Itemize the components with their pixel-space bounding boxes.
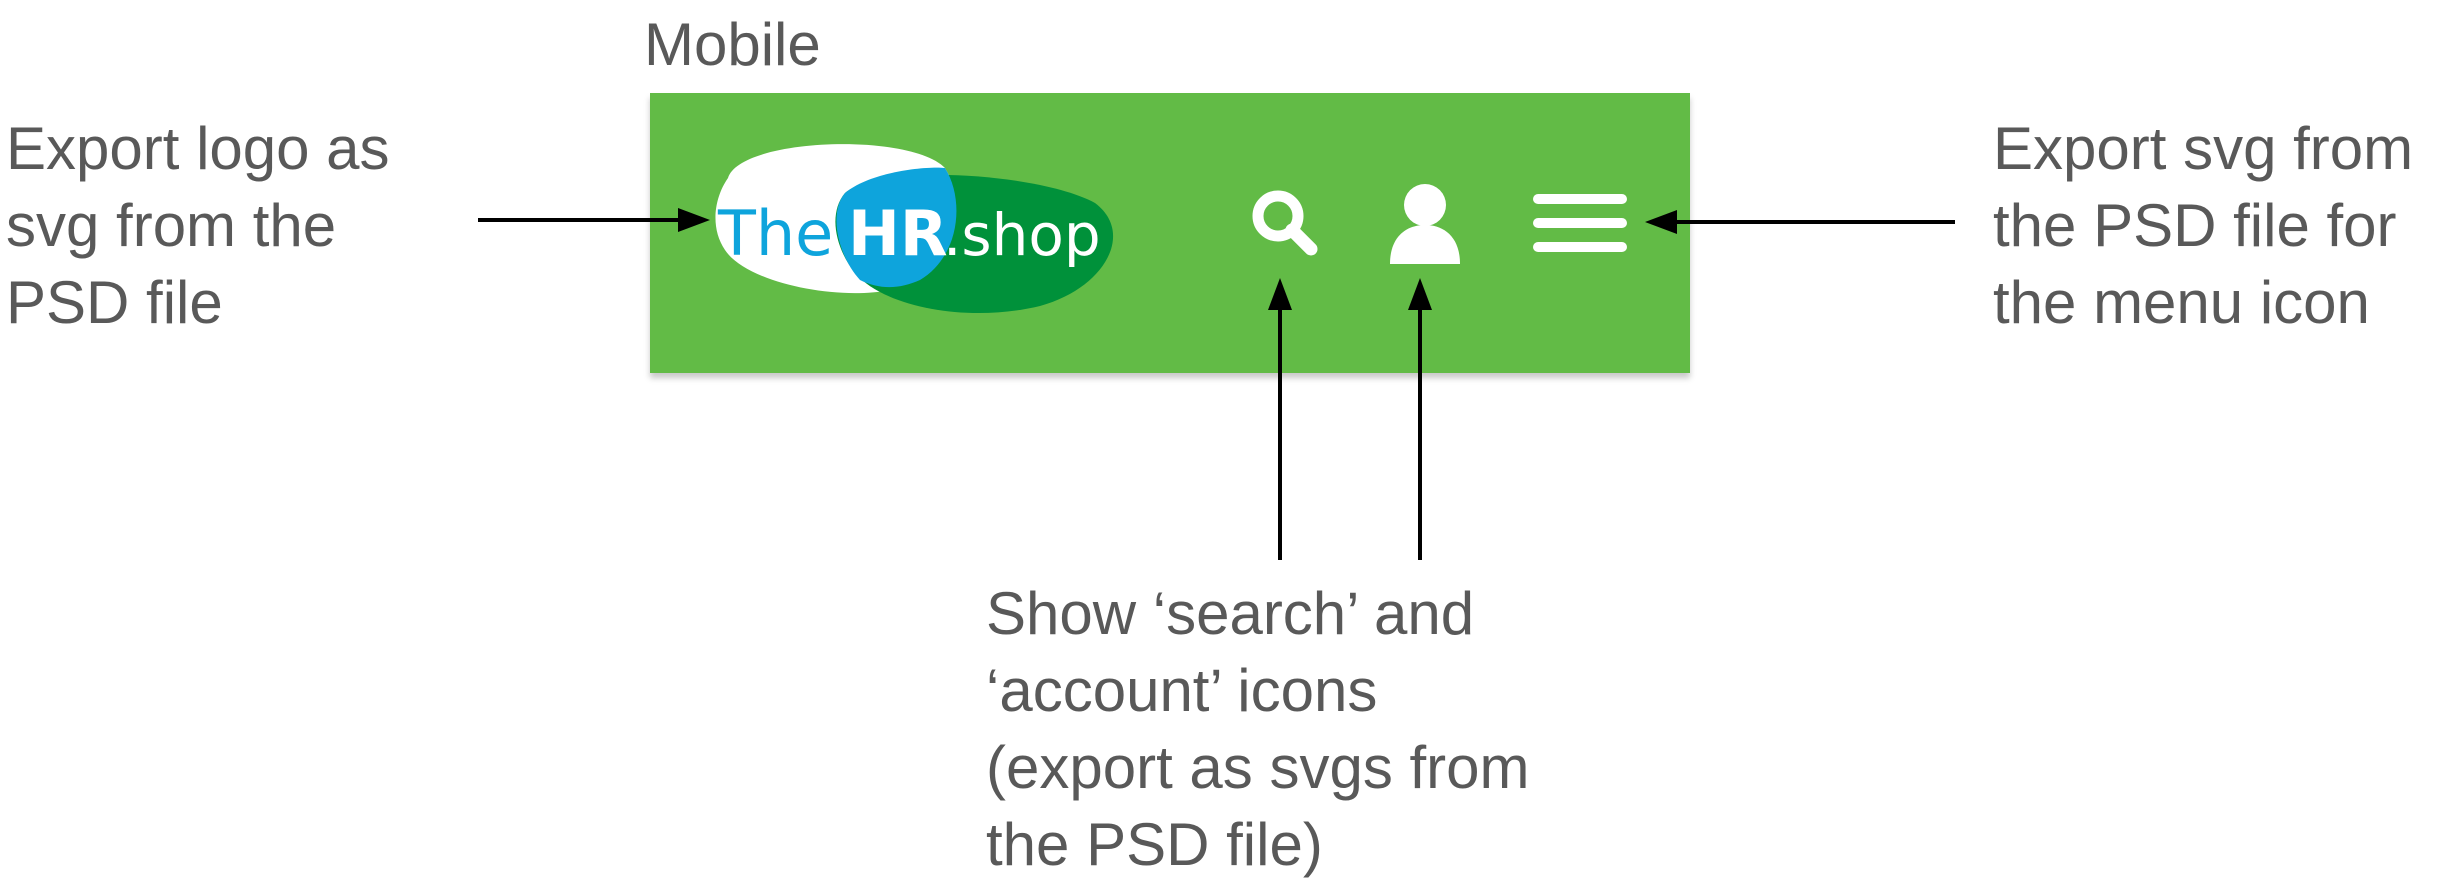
section-title: Mobile (644, 11, 821, 78)
search-icon[interactable] (1245, 183, 1325, 263)
logo-text-the: The (717, 197, 833, 270)
mobile-header-bar: The HR .shop (650, 93, 1690, 373)
hamburger-menu-icon[interactable] (1525, 188, 1635, 258)
logo[interactable]: The HR .shop (710, 138, 1130, 318)
logo-text-hr: HR (848, 197, 948, 270)
logo-text-shop: .shop (943, 201, 1101, 269)
annotation-search-account-icons: Show ‘search’ and ‘account’ icons (expor… (986, 580, 1530, 878)
arrow-to-menu-icon (1645, 210, 1955, 234)
annotation-menu-icon: Export svg from the PSD file for the men… (1993, 115, 2414, 336)
account-icon[interactable] (1385, 181, 1465, 266)
annotation-logo: Export logo as svg from the PSD file (6, 115, 390, 336)
